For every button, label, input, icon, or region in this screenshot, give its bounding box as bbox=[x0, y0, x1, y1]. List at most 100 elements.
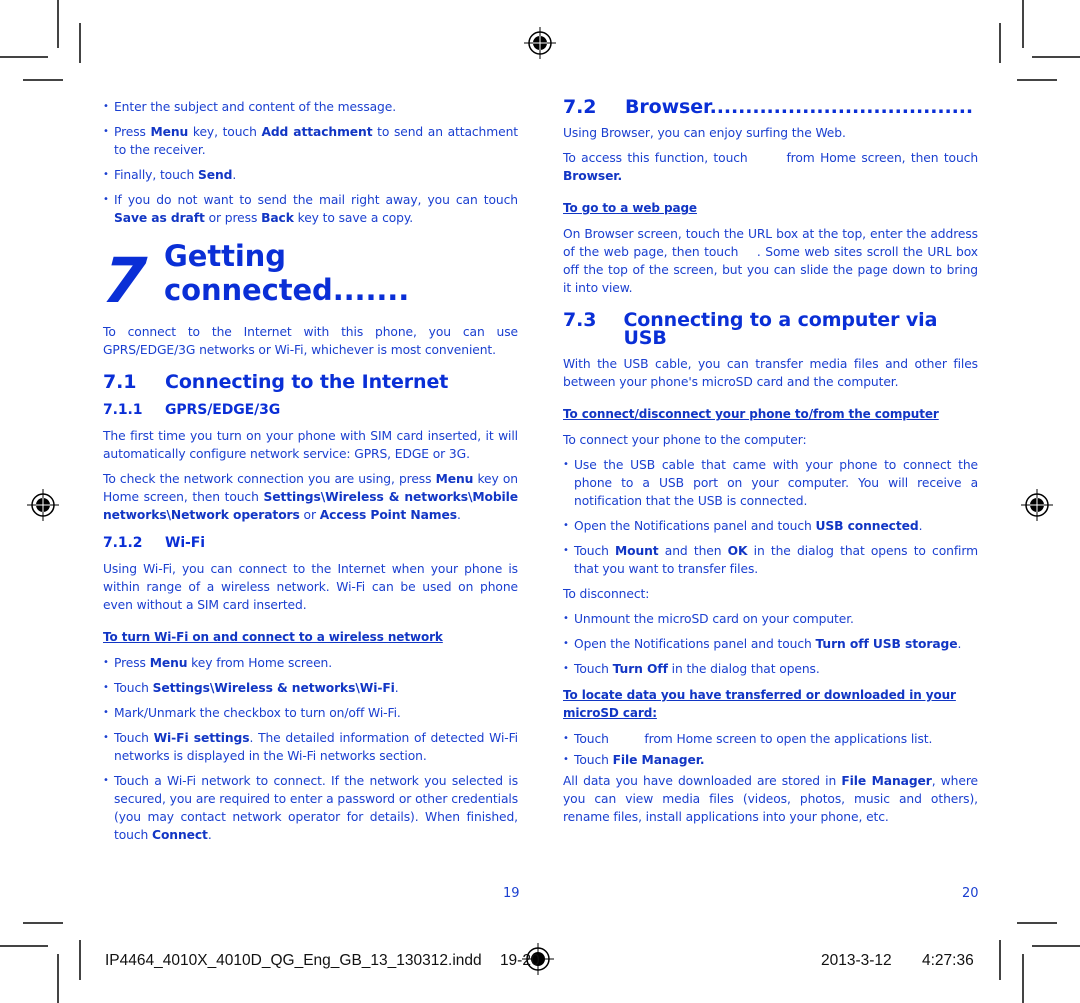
text: Touch bbox=[114, 731, 154, 745]
crop-mark bbox=[1022, 0, 1024, 48]
bold-term: OK bbox=[727, 544, 748, 558]
list-item: Open the Notifications panel and touch U… bbox=[563, 517, 978, 535]
bold-term: Turn Off bbox=[612, 662, 668, 676]
crop-mark bbox=[1032, 945, 1080, 947]
page-number-left: 19 bbox=[503, 886, 520, 901]
text: Touch bbox=[574, 753, 613, 767]
text: key from Home screen. bbox=[187, 656, 333, 670]
text: To access this function, touch bbox=[563, 151, 748, 165]
text: . bbox=[207, 828, 212, 842]
text: or bbox=[299, 508, 320, 522]
bold-term: Settings\Wireless & networks\Wi-Fi bbox=[152, 681, 395, 695]
bold-term: Access Point Names bbox=[319, 508, 457, 522]
list-item: Touch Settings\Wireless & networks\Wi-Fi… bbox=[103, 679, 518, 697]
text: Open the Notifications panel and touch bbox=[574, 637, 816, 651]
text: or press bbox=[204, 211, 262, 225]
right-page: 7.2 Browser.............................… bbox=[563, 98, 978, 833]
web-page-procedure-heading: To go to a web page bbox=[563, 201, 697, 215]
text: . bbox=[456, 508, 461, 522]
section-title: Connecting to a computer via USB bbox=[623, 309, 938, 349]
bold-term: Menu bbox=[149, 656, 188, 670]
text: Press bbox=[114, 125, 151, 139]
text: key, touch bbox=[188, 125, 262, 139]
text: from Home screen, then touch bbox=[786, 151, 979, 165]
text: Touch bbox=[114, 681, 153, 695]
section-number: 7.3 bbox=[563, 309, 597, 331]
slug-pages: 19-20 bbox=[499, 952, 540, 969]
page-number-right: 20 bbox=[962, 886, 979, 901]
section-heading-7-3: 7.3 Connecting to a computer via USB bbox=[563, 309, 978, 349]
section-number: 7.1 bbox=[103, 371, 137, 393]
list-item: Enter the subject and content of the mes… bbox=[103, 98, 518, 116]
registration-mark-icon bbox=[1021, 489, 1053, 521]
text: Press bbox=[114, 656, 150, 670]
usb-connect-steps-list: Use the USB cable that came with your ph… bbox=[563, 456, 978, 578]
list-item: Press Menu key, touch Add attachment to … bbox=[103, 123, 518, 159]
paragraph: All data you have downloaded are stored … bbox=[563, 772, 978, 826]
section-title: Connecting to the Internet bbox=[165, 371, 449, 393]
wifi-steps-list: Press Menu key from Home screen. Touch S… bbox=[103, 654, 518, 844]
email-steps-list: Enter the subject and content of the mes… bbox=[103, 98, 518, 227]
text: . bbox=[957, 637, 962, 651]
text: Use the USB cable that came with your ph… bbox=[574, 458, 978, 508]
text: To check the network connection you are … bbox=[103, 472, 436, 486]
usb-procedure-heading: To connect/disconnect your phone to/from… bbox=[563, 407, 939, 421]
list-item: Finally, touch Send. bbox=[103, 166, 518, 184]
list-item: Touch Wi-Fi settings. The detailed infor… bbox=[103, 729, 518, 765]
bold-term: Mount bbox=[615, 544, 659, 558]
crop-mark bbox=[1032, 56, 1080, 58]
crop-mark bbox=[23, 922, 63, 924]
paragraph: To connect your phone to the computer: bbox=[563, 433, 807, 447]
indd-filename: IP4464_4010X_4010D_QG_Eng_GB_13_130312.i… bbox=[105, 952, 482, 969]
locate-data-procedure-heading: To locate data you have transferred or d… bbox=[563, 688, 956, 720]
text: Unmount the microSD card on your compute… bbox=[574, 612, 854, 626]
text: key to save a copy. bbox=[293, 211, 414, 225]
crop-mark bbox=[57, 954, 59, 1003]
crop-mark bbox=[57, 0, 59, 48]
bold-term: File Manager. bbox=[612, 753, 705, 767]
browser-label: Browser. bbox=[563, 169, 623, 183]
crop-mark bbox=[999, 940, 1001, 980]
section-number: 7.2 bbox=[563, 96, 597, 118]
section-title: Browser.................................… bbox=[625, 96, 973, 118]
text: If you do not want to send the mail righ… bbox=[114, 193, 518, 207]
text: Open the Notifications panel and touch bbox=[574, 519, 816, 533]
crop-mark bbox=[79, 940, 81, 980]
bold-term: Send bbox=[197, 168, 233, 182]
text: in the dialog that opens. bbox=[667, 662, 820, 676]
list-item: Touch a Wi-Fi network to connect. If the… bbox=[103, 772, 518, 844]
paragraph: To disconnect: bbox=[563, 587, 650, 601]
list-item: Unmount the microSD card on your compute… bbox=[563, 610, 978, 628]
chapter-heading: 7 Getting connected....... bbox=[100, 239, 518, 317]
paragraph: To access this function, touch from Home… bbox=[563, 149, 978, 185]
crop-mark bbox=[999, 23, 1001, 63]
paragraph: Using Browser, you can enjoy surfing the… bbox=[563, 126, 846, 140]
list-item: If you do not want to send the mail righ… bbox=[103, 191, 518, 227]
subsection-number: 7.1.2 bbox=[103, 535, 143, 551]
crop-mark bbox=[23, 79, 63, 81]
list-item: Touch Turn Off in the dialog that opens. bbox=[563, 660, 978, 678]
bold-term: Menu bbox=[150, 125, 189, 139]
bold-term: Save as draft bbox=[114, 211, 205, 225]
text: Mark/Unmark the checkbox to turn on/off … bbox=[114, 706, 401, 720]
text: and then bbox=[658, 544, 728, 558]
crop-mark bbox=[0, 56, 48, 58]
section-heading-7-2: 7.2 Browser.............................… bbox=[563, 96, 978, 118]
usb-disconnect-steps-list: Unmount the microSD card on your compute… bbox=[563, 610, 978, 678]
crop-mark bbox=[1022, 954, 1024, 1003]
list-item: Touch Mount and then OK in the dialog th… bbox=[563, 542, 978, 578]
registration-mark-icon bbox=[524, 27, 556, 59]
slug-timestamp: 2013-3-12 4:27:36 bbox=[821, 952, 974, 970]
subsection-number: 7.1.1 bbox=[103, 402, 143, 418]
chapter-title: Getting connected....... bbox=[164, 239, 410, 307]
subsection-heading-7-1-2: 7.1.2 Wi-Fi bbox=[103, 534, 518, 552]
bold-term: File Manager bbox=[841, 774, 932, 788]
list-item: Touch File Manager. bbox=[563, 751, 978, 769]
bold-term: USB connected bbox=[815, 519, 919, 533]
chapter-intro: To connect to the Internet with this pho… bbox=[103, 325, 518, 357]
chapter-number: 7 bbox=[100, 244, 149, 317]
paragraph: The first time you turn on your phone wi… bbox=[103, 429, 518, 461]
text: Touch bbox=[574, 662, 613, 676]
registration-mark-icon bbox=[27, 489, 59, 521]
paragraph: To check the network connection you are … bbox=[103, 470, 518, 524]
